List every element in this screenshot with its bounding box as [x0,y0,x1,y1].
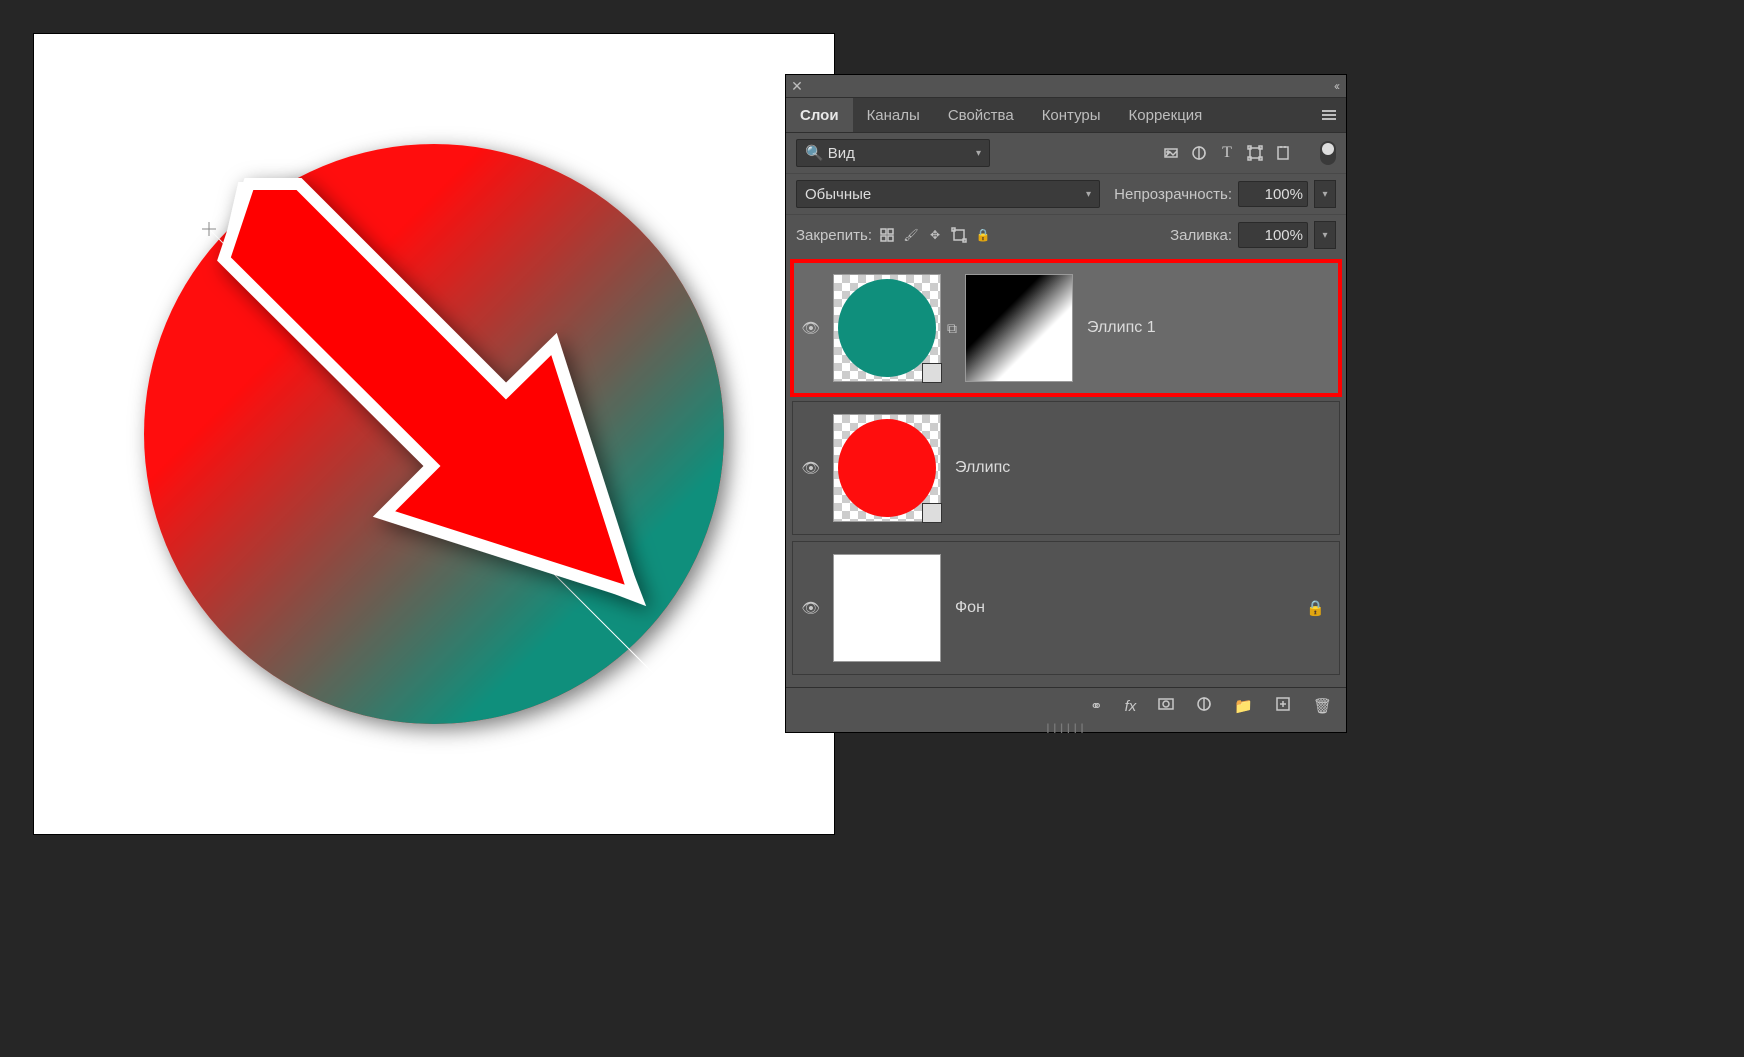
tab-properties[interactable]: Свойства [934,98,1028,132]
layers-list: 👁 ⧉ Эллипс 1 👁 Эллипс 👁 Фон 🔒 [786,255,1346,687]
layer-thumbnail[interactable] [833,554,941,662]
filter-smart-icon[interactable] [1272,142,1294,164]
lock-label: Закрепить: [796,227,872,244]
panel-menu-button[interactable] [1312,98,1346,132]
lock-transparency-icon[interactable] [878,226,896,244]
layer-lock-icon[interactable]: 🔒 [1306,599,1325,617]
visibility-toggle[interactable]: 👁 [793,319,829,337]
panel-collapse-button[interactable]: ‹‹ [1334,79,1338,93]
lock-all-icon[interactable]: 🔒 [974,226,992,244]
fill-input[interactable]: 100% [1238,222,1308,248]
fill-label: Заливка: [1170,227,1232,244]
shape-badge-icon [922,503,942,523]
new-layer-button[interactable] [1275,696,1291,716]
delete-layer-button[interactable]: 🗑 [1313,697,1332,715]
opacity-input[interactable]: 100% [1238,181,1308,207]
tab-adjustments[interactable]: Коррекция [1115,98,1217,132]
tab-layers[interactable]: Слои [786,98,853,132]
document-canvas[interactable] [34,34,834,834]
fill-caret[interactable]: ▾ [1314,221,1336,249]
visibility-toggle[interactable]: 👁 [793,599,829,617]
shape-badge-icon [922,363,942,383]
filter-label: Вид [828,145,855,162]
lock-brush-icon[interactable]: 🖌 [902,226,920,244]
layer-name[interactable]: Фон [955,599,985,617]
layers-panel: ✕ ‹‹ Слои Каналы Свойства Контуры Коррек… [785,74,1347,733]
new-group-button[interactable]: 📁 [1234,697,1253,715]
layers-panel-footer: ⚭ fx 📁 🗑 [786,687,1346,724]
mask-link-icon[interactable]: ⧉ [941,320,963,337]
visibility-toggle[interactable]: 👁 [793,459,829,477]
layer-name[interactable]: Эллипс [955,459,1010,477]
filter-shape-icon[interactable] [1244,142,1266,164]
tab-paths[interactable]: Контуры [1028,98,1115,132]
filter-type-icon[interactable]: T [1216,142,1238,164]
layer-thumbnail[interactable] [833,274,941,382]
add-mask-button[interactable] [1158,696,1174,716]
new-adjustment-button[interactable] [1196,696,1212,716]
opacity-label: Непрозрачность: [1114,186,1232,203]
blend-mode-value: Обычные [805,186,871,203]
filter-adjust-icon[interactable] [1188,142,1210,164]
panel-tabs: Слои Каналы Свойства Контуры Коррекция [786,98,1346,133]
layer-row[interactable]: 👁 Фон 🔒 [792,541,1340,675]
layer-thumbnail[interactable] [833,414,941,522]
lock-artboard-icon[interactable] [950,226,968,244]
layer-row[interactable]: 👁 Эллипс [792,401,1340,535]
layer-name[interactable]: Эллипс 1 [1087,319,1156,337]
panel-resize-grip[interactable]: ┃┃┃┃┃┃ [786,724,1346,732]
link-layers-button[interactable]: ⚭ [1090,697,1103,715]
opacity-caret[interactable]: ▾ [1314,180,1336,208]
layer-row[interactable]: 👁 ⧉ Эллипс 1 [792,261,1340,395]
tab-channels[interactable]: Каналы [853,98,934,132]
filter-pixel-icon[interactable] [1160,142,1182,164]
canvas-artwork [34,34,834,834]
layer-fx-button[interactable]: fx [1125,698,1137,715]
blend-mode-select[interactable]: Обычные ▾ [796,180,1100,208]
panel-close-button[interactable]: ✕ [786,78,808,95]
layer-filter-select[interactable]: 🔍 Вид ▾ [796,139,990,167]
layer-mask-thumbnail[interactable] [965,274,1073,382]
search-icon: 🔍 [805,144,824,162]
lock-position-icon[interactable]: ✥ [926,226,944,244]
filter-toggle[interactable] [1320,141,1336,165]
